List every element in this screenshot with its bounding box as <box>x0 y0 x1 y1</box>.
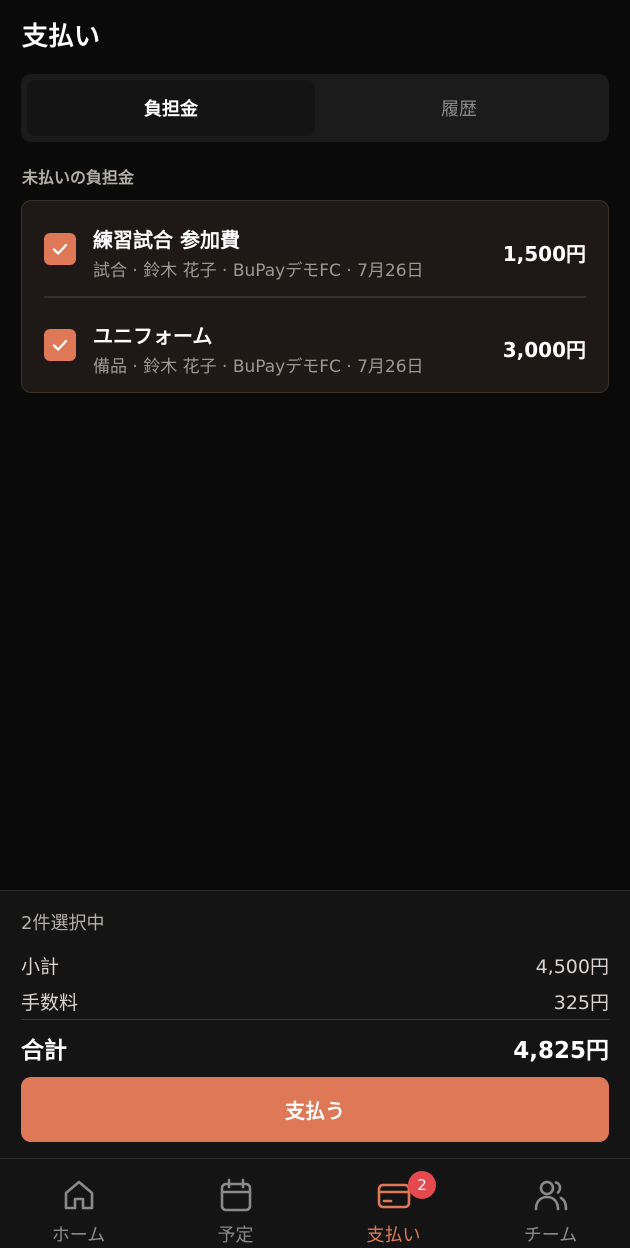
nav-label: ホーム <box>51 1225 106 1246</box>
item-price: 1,500円 <box>502 242 586 266</box>
checkmark-icon <box>52 339 68 351</box>
team-icon <box>534 1180 567 1211</box>
tab-charges[interactable]: 負担金 <box>27 80 315 136</box>
item-name: ユニフォーム <box>93 324 213 348</box>
segmented-tabs: 負担金 履歴 <box>21 74 609 142</box>
selected-count: 2件選択中 <box>21 913 105 934</box>
fee-label: 手数料 <box>21 992 79 1014</box>
list-item[interactable]: 練習試合 参加費 試合 · 鈴木 花子 · BuPayデモFC · 7月26日 … <box>22 201 608 298</box>
list-item[interactable]: ユニフォーム 備品 · 鈴木 花子 · BuPayデモFC · 7月26日 3,… <box>22 297 608 392</box>
page-title: 支払い <box>22 22 101 52</box>
nav-label: 支払い <box>366 1225 421 1246</box>
nav-item-home[interactable]: ホーム <box>0 1159 157 1248</box>
item-details: 試合 · 鈴木 花子 · BuPayデモFC · 7月26日 <box>93 261 424 281</box>
payment-summary: 2件選択中 小計 4,500円 手数料 325円 合計 4,825円 支払う <box>0 890 630 1158</box>
total-label: 合計 <box>21 1038 67 1064</box>
item-details: 備品 · 鈴木 花子 · BuPayデモFC · 7月26日 <box>93 357 424 377</box>
total-value: 4,825円 <box>513 1038 609 1064</box>
credit-card-icon <box>377 1183 410 1209</box>
section-label: 未払いの負担金 <box>22 168 135 187</box>
checkmark-icon <box>52 243 68 255</box>
item-price: 3,000円 <box>502 338 586 362</box>
bottom-nav: ホーム 予定 2 支払い チーム <box>0 1158 630 1248</box>
nav-item-payments[interactable]: 2 支払い <box>315 1159 472 1248</box>
notification-badge: 2 <box>408 1171 436 1199</box>
subtotal-value: 4,500円 <box>535 956 609 978</box>
fee-value: 325円 <box>553 992 609 1014</box>
tab-history[interactable]: 履歴 <box>315 80 603 136</box>
charges-list: 練習試合 参加費 試合 · 鈴木 花子 · BuPayデモFC · 7月26日 … <box>21 200 609 393</box>
nav-item-schedule[interactable]: 予定 <box>157 1159 314 1248</box>
subtotal-label: 小計 <box>21 956 60 978</box>
subtotal-row: 小計 4,500円 <box>21 952 609 979</box>
payments-screen: 支払い 負担金 履歴 未払いの負担金 練習試合 参加費 試合 · 鈴木 花子 ·… <box>0 0 630 1248</box>
item-name: 練習試合 参加費 <box>93 228 240 252</box>
nav-label: 予定 <box>217 1225 254 1246</box>
nav-item-team[interactable]: チーム <box>472 1159 629 1248</box>
pay-button[interactable]: 支払う <box>21 1077 609 1142</box>
fee-row: 手数料 325円 <box>21 988 609 1015</box>
item-checkbox[interactable] <box>44 233 76 265</box>
item-checkbox[interactable] <box>44 329 76 361</box>
home-icon <box>64 1180 93 1210</box>
divider <box>21 1019 609 1020</box>
nav-label: チーム <box>523 1225 578 1246</box>
total-row: 合計 4,825円 <box>21 1031 609 1065</box>
calendar-icon <box>220 1178 251 1212</box>
